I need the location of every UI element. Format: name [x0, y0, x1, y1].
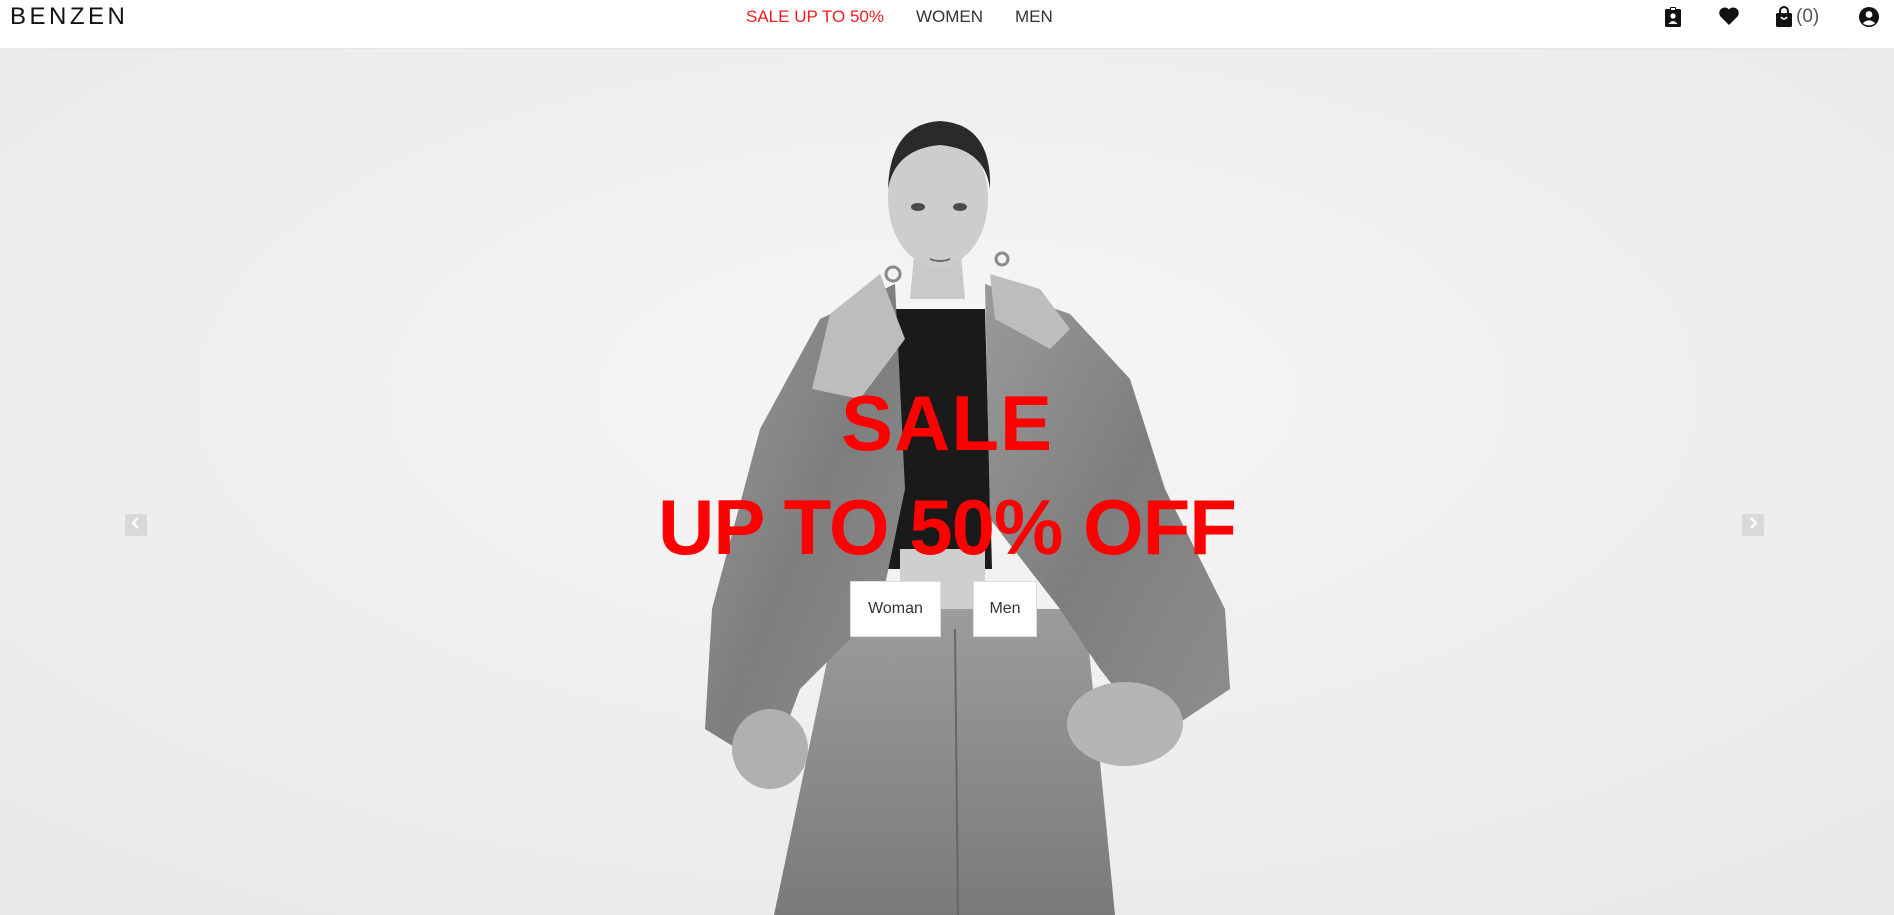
- carousel-prev-button[interactable]: [125, 514, 147, 536]
- carousel-next-button[interactable]: [1742, 514, 1764, 536]
- hero-headline-sale: SALE: [840, 379, 1054, 467]
- shop-woman-button[interactable]: Woman: [850, 581, 941, 637]
- account-card-icon[interactable]: [1663, 6, 1683, 28]
- cart-count: (0): [1796, 6, 1820, 27]
- heart-icon[interactable]: [1718, 6, 1740, 26]
- hero-model-image: [0, 49, 1894, 915]
- hero-banner: SALE UP TO 50% OFF Woman Men: [0, 49, 1894, 915]
- shop-men-button[interactable]: Men: [973, 581, 1037, 637]
- site-header: BENZEN SALE UP TO 50% WOMEN MEN (0): [0, 0, 1894, 49]
- chevron-left-icon: [129, 516, 143, 535]
- shopping-bag-icon: [1774, 6, 1794, 28]
- cart-button[interactable]: (0): [1774, 6, 1819, 28]
- user-circle-icon[interactable]: [1858, 6, 1880, 28]
- hero-headline-discount: UP TO 50% OFF: [658, 483, 1237, 571]
- chevron-right-icon: [1746, 516, 1760, 535]
- header-icons: (0): [0, 6, 1894, 30]
